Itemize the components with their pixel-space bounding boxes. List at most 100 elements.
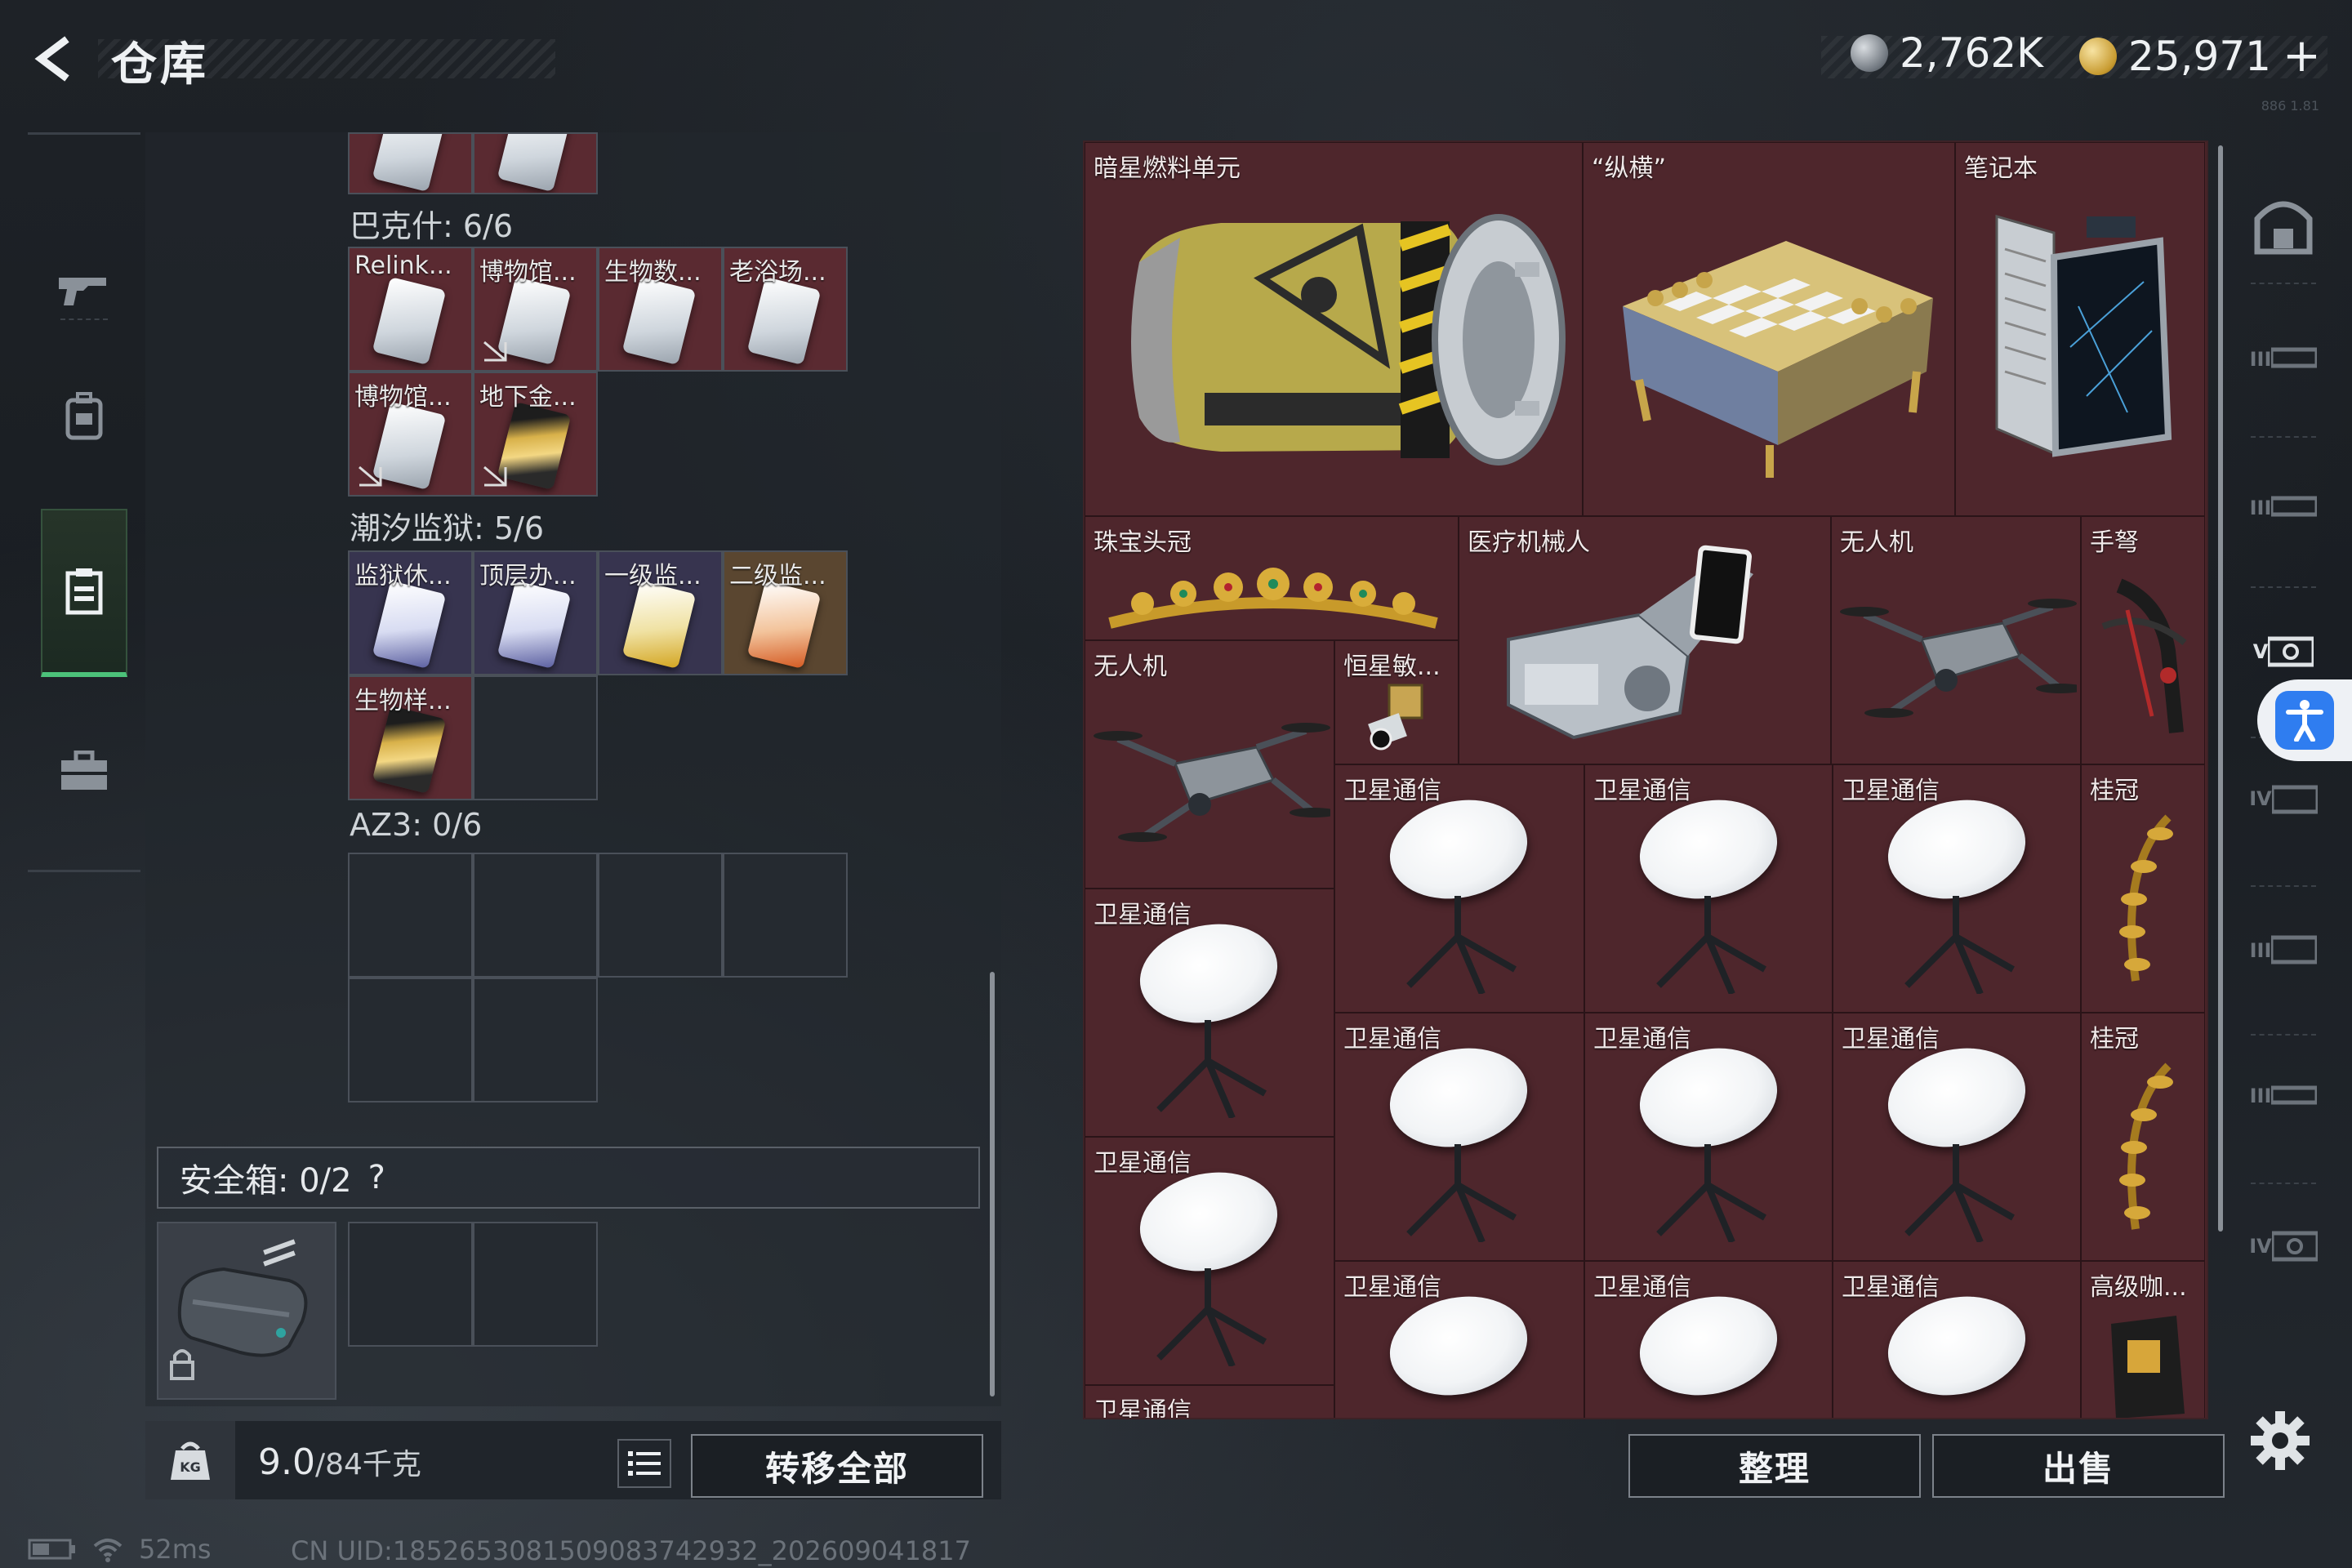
- safe-empty-slot[interactable]: [348, 1222, 473, 1347]
- storage-item[interactable]: 卫星通信: [1334, 764, 1584, 1013]
- storage-box-icon: [65, 568, 103, 615]
- bench-icon: [2271, 496, 2318, 517]
- keycard-slot[interactable]: 顶层办...: [473, 550, 598, 675]
- tab-storage-3b[interactable]: III: [2244, 469, 2323, 547]
- storage-item[interactable]: 卫星通信: [1584, 764, 1833, 1013]
- item-slot-partial[interactable]: [473, 132, 598, 194]
- keycard-slot[interactable]: 生物数...: [598, 247, 723, 372]
- storage-item[interactable]: 桂冠: [2081, 1013, 2205, 1261]
- empty-slot[interactable]: [598, 853, 723, 978]
- nav-storage[interactable]: [41, 509, 127, 677]
- keycard-slot[interactable]: 博物馆...: [348, 372, 473, 497]
- laptop-icon: [1995, 215, 2172, 457]
- list-view-button[interactable]: [617, 1439, 671, 1488]
- back-arrow-icon: [34, 36, 69, 82]
- empty-slot[interactable]: [473, 853, 598, 978]
- backpack-scrollbar[interactable]: [990, 972, 995, 1396]
- drone-icon: [1840, 599, 2077, 718]
- safe-box-container[interactable]: [157, 1222, 336, 1400]
- keycard-slot[interactable]: 生物样...: [348, 675, 473, 800]
- tab-home-storage[interactable]: [2244, 186, 2323, 265]
- tab-storage-4a[interactable]: IV: [2244, 760, 2323, 838]
- storage-item[interactable]: 卫星通信: [1833, 1261, 2081, 1418]
- keycard-slot[interactable]: 监狱休...: [348, 550, 473, 675]
- briefcase-icon: [61, 751, 107, 790]
- storage-item[interactable]: 卫星通信: [1085, 1385, 1334, 1418]
- no-trade-icon: [483, 466, 507, 487]
- keycard-slot[interactable]: 博物馆...: [473, 247, 598, 372]
- tripod-icon: [1904, 1144, 2015, 1242]
- storage-item[interactable]: “纵横”: [1583, 142, 1955, 516]
- crossbow-icon: [2101, 578, 2187, 733]
- tripod-icon: [1406, 1144, 1517, 1242]
- tab-storage-3c[interactable]: III: [2244, 911, 2323, 990]
- keycard-slot[interactable]: 一级监...: [598, 550, 723, 675]
- storage-item[interactable]: 卫星通信: [1334, 1013, 1584, 1261]
- status-bar: 52ms: [28, 1534, 212, 1565]
- transfer-all-button[interactable]: 转移全部: [691, 1434, 983, 1498]
- keycard-slot[interactable]: 二级监...: [723, 550, 848, 675]
- satellite-dish-icon: [1630, 1284, 1787, 1408]
- help-button[interactable]: ?: [368, 1159, 385, 1196]
- workbench-icon: [2271, 1085, 2318, 1105]
- storage-item[interactable]: 卫星通信: [1334, 1261, 1584, 1418]
- monitor-icon: [2271, 935, 2318, 964]
- storage-item[interactable]: 桂冠: [2081, 764, 2205, 1013]
- keycard-slot[interactable]: Relink...: [348, 247, 473, 372]
- storage-item[interactable]: 卫星通信: [1085, 889, 1334, 1137]
- corner-text: 886 1.81: [2261, 98, 2319, 114]
- storage-item[interactable]: 无人机: [1085, 640, 1334, 889]
- storage-item[interactable]: 卫星通信: [1833, 764, 2081, 1013]
- storage-item[interactable]: 珠宝头冠: [1085, 516, 1459, 640]
- tab-storage-4b[interactable]: IV: [2244, 1207, 2323, 1285]
- back-button[interactable]: [29, 33, 82, 85]
- accessibility-button[interactable]: [2257, 679, 2352, 761]
- empty-slot[interactable]: [473, 675, 598, 800]
- empty-slot[interactable]: [348, 978, 473, 1102]
- storage-item[interactable]: 暗星燃料单元: [1085, 142, 1583, 516]
- drone-icon: [1094, 723, 1330, 842]
- gold-currency: 25,971 +: [2079, 29, 2321, 82]
- weight-readout: 9.0/84千克: [258, 1441, 421, 1483]
- storage-scrollbar[interactable]: [2218, 145, 2223, 1232]
- storage-item[interactable]: 卫星通信: [1584, 1261, 1833, 1418]
- sort-button[interactable]: 整理: [1628, 1434, 1921, 1498]
- nav-equipment[interactable]: [28, 335, 140, 498]
- section-label-az3: AZ3: 0/6: [350, 807, 483, 843]
- keycard-slot[interactable]: 地下金...: [473, 372, 598, 497]
- uid-text: CN UID:1852653081509083742932_2026090418…: [291, 1535, 971, 1566]
- tab-storage-3d[interactable]: III: [2244, 1057, 2323, 1135]
- empty-slot[interactable]: [473, 978, 598, 1102]
- keycard-icon: [372, 705, 447, 795]
- keycard-icon: [372, 276, 447, 366]
- gun-icon: [59, 278, 106, 305]
- keycard-icon: [497, 580, 572, 670]
- storage-item[interactable]: 笔记本: [1955, 142, 2205, 516]
- storage-item[interactable]: 高级咖...: [2081, 1261, 2205, 1418]
- storage-item[interactable]: 医疗机械人: [1459, 516, 1831, 764]
- storage-item[interactable]: 卫星通信: [1833, 1013, 2081, 1261]
- nav-toolbox[interactable]: [28, 690, 140, 853]
- tab-storage-3a[interactable]: III: [2244, 320, 2323, 399]
- keycard-icon: [497, 134, 572, 193]
- add-currency-button[interactable]: +: [2283, 29, 2321, 82]
- ping-text: 52ms: [139, 1534, 212, 1565]
- empty-slot[interactable]: [723, 853, 848, 978]
- empty-slot[interactable]: [348, 853, 473, 978]
- safe-icon: [2268, 636, 2314, 667]
- safe-empty-slot[interactable]: [473, 1222, 598, 1347]
- settings-button[interactable]: [2249, 1410, 2311, 1472]
- storage-item[interactable]: 手弩: [2081, 516, 2205, 764]
- storage-item[interactable]: 卫星通信: [1085, 1137, 1334, 1385]
- sell-button[interactable]: 出售: [1932, 1434, 2225, 1498]
- storage-item[interactable]: 恒星敏...: [1334, 640, 1459, 764]
- item-slot-partial[interactable]: [348, 132, 473, 194]
- weight-value: 9.0: [258, 1441, 315, 1483]
- storage-item[interactable]: 无人机: [1831, 516, 2081, 764]
- storage-item[interactable]: 卫星通信: [1584, 1013, 1833, 1261]
- storage-grid: 暗星燃料单元 “纵横” 笔记本 珠宝头冠 医疗机械人 无人机 手弩 无人机 恒星…: [1083, 140, 2208, 1419]
- section-label-tidal-prison: 潮汐监狱: 5/6: [350, 510, 545, 546]
- gear-icon: [2251, 1411, 2310, 1470]
- printer-icon: [2271, 785, 2318, 814]
- keycard-slot[interactable]: 老浴场...: [723, 247, 848, 372]
